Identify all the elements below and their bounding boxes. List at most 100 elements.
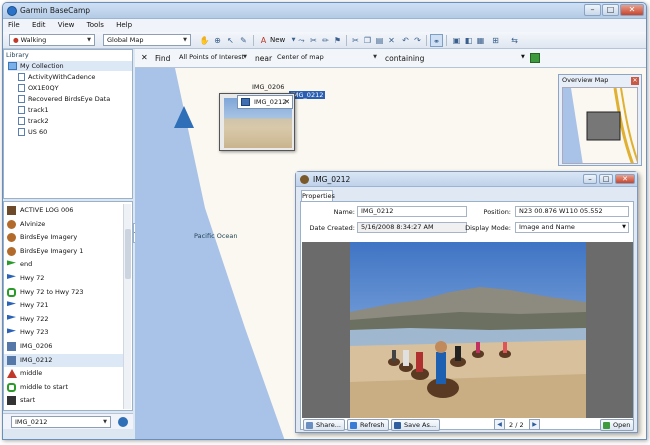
object-list-item[interactable]: start xyxy=(4,394,124,408)
toolbar-divider xyxy=(446,35,447,46)
overview-map-title: Overview Map xyxy=(562,76,609,84)
maximize-button[interactable]: □ xyxy=(599,174,613,184)
open-button[interactable]: Open xyxy=(600,419,635,431)
document-icon xyxy=(18,128,25,136)
tab-properties[interactable]: Properties xyxy=(301,190,335,201)
maximize-button[interactable]: □ xyxy=(602,4,619,16)
measure-tool-icon[interactable]: ✎ xyxy=(237,34,250,47)
menu-file[interactable]: File xyxy=(3,19,25,29)
hand-tool-icon[interactable]: ✋ xyxy=(198,34,211,47)
chevron-down-icon[interactable]: ▼ xyxy=(521,54,525,60)
object-list-item[interactable]: Alvinize xyxy=(4,218,124,232)
object-list-item[interactable]: Hwy 72 xyxy=(4,272,124,286)
object-list-item[interactable]: BirdsEye Imagery xyxy=(4,231,124,245)
paint-tool-icon[interactable]: ⚑ xyxy=(331,34,344,47)
refresh-label: Refresh xyxy=(360,421,385,429)
tree-item[interactable]: US 60 xyxy=(18,127,47,137)
tree-my-collection[interactable]: My Collection xyxy=(8,61,132,71)
close-find-icon[interactable]: ✕ xyxy=(141,53,148,62)
next-button[interactable]: ▶ xyxy=(529,419,540,430)
near-label: near xyxy=(255,54,273,63)
properties-body: Name: IMG_0212 Position: N23 00.876 W110… xyxy=(300,201,635,431)
imagery-icon xyxy=(7,219,16,229)
menu-tools[interactable]: Tools xyxy=(82,19,109,29)
menu-view[interactable]: View xyxy=(53,19,80,29)
new-button-label[interactable]: New xyxy=(270,36,285,44)
object-select-value: IMG_0212 xyxy=(15,418,48,426)
flag-icon xyxy=(7,301,16,307)
delete-icon[interactable]: ✕ xyxy=(385,34,398,47)
bubble-title-tab[interactable]: IMG_0212 ✕ xyxy=(237,95,293,109)
document-icon xyxy=(18,117,25,125)
display-mode-value: Image and Name xyxy=(519,223,575,231)
object-list-item[interactable]: Hwy 72 to Hwy 723 xyxy=(4,286,124,300)
globe-icon[interactable] xyxy=(118,417,128,427)
object-list-item[interactable]: end xyxy=(4,258,124,272)
object-list-item[interactable]: IMG_0206 xyxy=(4,340,124,354)
open-icon xyxy=(603,422,610,429)
previous-button[interactable]: ◀ xyxy=(494,419,505,430)
find-go-button[interactable] xyxy=(530,53,540,63)
sync-device-icon[interactable]: ⇆ xyxy=(508,34,521,47)
object-list-item[interactable]: middle to start xyxy=(4,381,124,395)
photo-icon xyxy=(241,98,250,106)
share-button[interactable]: Share... xyxy=(303,419,345,431)
map-label-img206[interactable]: IMG_0206 xyxy=(252,83,284,91)
blue-triangle-marker-icon[interactable] xyxy=(174,106,194,128)
close-button[interactable]: ✕ xyxy=(615,174,635,184)
waypoint-new-icon[interactable]: A xyxy=(257,34,270,47)
tree-item[interactable]: track2 xyxy=(18,116,49,126)
tree-item[interactable]: track1 xyxy=(18,105,49,115)
tree-item[interactable]: Recovered BirdsEye Data xyxy=(18,94,110,104)
name-field[interactable]: IMG_0212 xyxy=(357,206,467,217)
object-label: Hwy 72 xyxy=(20,274,45,282)
save-as-button[interactable]: Save As... xyxy=(391,419,441,431)
object-list-item[interactable]: IMG_0212 xyxy=(4,353,124,368)
object-select[interactable]: IMG_0212 ▼ xyxy=(11,416,111,428)
object-label: Hwy 723 xyxy=(20,328,49,337)
position-field[interactable]: N23 00.876 W110 05.552 xyxy=(515,206,629,217)
object-list-item[interactable]: Hwy 722 xyxy=(4,313,124,327)
object-list-item[interactable]: middle xyxy=(4,367,124,381)
containing-input[interactable] xyxy=(427,53,523,64)
minimize-button[interactable]: – xyxy=(584,4,601,16)
containing-label: containing xyxy=(385,54,425,63)
object-label: Alvinize xyxy=(20,219,46,228)
fullscreen-icon[interactable]: ⊞ xyxy=(489,34,502,47)
object-list-item[interactable]: ACTIVE LOG 006 xyxy=(4,204,124,218)
photo-viewer xyxy=(302,242,633,418)
find-scope-select[interactable]: All Points of Interest ▼ xyxy=(175,51,251,63)
save-as-label: Save As... xyxy=(404,421,437,429)
object-label: Hwy 722 xyxy=(20,314,49,323)
properties-actions: Share... Refresh Save As... ◀ 2 / 2 ▶ Op… xyxy=(301,418,635,431)
close-icon[interactable]: ✕ xyxy=(284,96,290,108)
find-binoculars-icon[interactable]: ⚭ xyxy=(430,34,443,47)
menu-edit[interactable]: Edit xyxy=(27,19,51,29)
overview-map[interactable] xyxy=(562,87,638,164)
tree-item[interactable]: OX1E0QY xyxy=(18,83,59,93)
object-list-item[interactable]: Hwy 721 xyxy=(4,299,124,313)
close-icon[interactable]: ✕ xyxy=(631,77,639,85)
activity-select[interactable]: ● Walking ▼ xyxy=(9,34,95,46)
display-mode-select[interactable]: Image and Name ▼ xyxy=(515,222,629,233)
overview-map-window: Overview Map ✕ xyxy=(558,74,642,166)
object-label: middle to start xyxy=(20,382,68,391)
menu-help[interactable]: Help xyxy=(111,19,137,29)
near-value: Center of map xyxy=(277,53,324,61)
minimize-button[interactable]: – xyxy=(583,174,597,184)
redo-icon[interactable]: ↷ xyxy=(411,34,424,47)
chevron-down-icon: ▼ xyxy=(243,54,247,60)
folder-icon xyxy=(8,62,17,70)
scrollbar[interactable] xyxy=(123,204,131,409)
close-button[interactable]: ✕ xyxy=(620,4,644,16)
object-list-item[interactable]: BirdsEye Imagery 1 xyxy=(4,245,124,259)
scrollbar-thumb[interactable] xyxy=(125,229,131,279)
refresh-button[interactable]: Refresh xyxy=(347,419,389,431)
map-select[interactable]: Global Map ▼ xyxy=(103,34,191,46)
object-list-item[interactable]: Hwy 723 xyxy=(4,326,124,340)
tree-item[interactable]: ActivityWithCadence xyxy=(18,72,95,82)
select-tool-icon[interactable]: ↖ xyxy=(224,34,237,47)
near-select[interactable]: Center of map ▼ xyxy=(273,51,381,63)
zoom-tool-icon[interactable]: ⊕ xyxy=(211,34,224,47)
grid-view-icon[interactable]: ▦ xyxy=(474,34,487,47)
